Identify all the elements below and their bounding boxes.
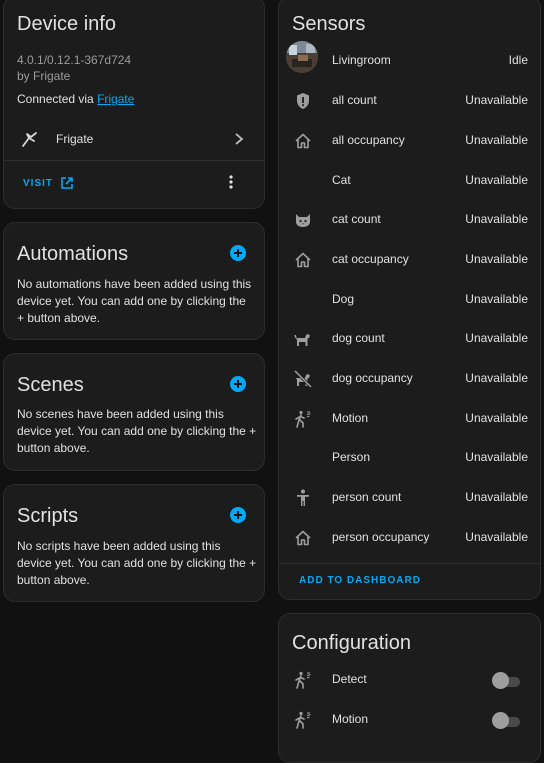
connected-via-link[interactable]: Frigate — [97, 92, 134, 106]
integration-row[interactable]: Frigate — [4, 121, 264, 159]
motion-sensor-icon — [293, 710, 313, 730]
sensor-state: Unavailable — [465, 450, 528, 464]
scripts-empty-text: No scripts have been added using this de… — [17, 539, 257, 587]
sensor-name: dog occupancy — [332, 371, 413, 385]
sensor-row-all-occupancy[interactable]: all occupancy Unavailable — [279, 121, 540, 161]
config-row-detect[interactable]: Detect — [279, 660, 540, 700]
configuration-title: Configuration — [292, 632, 411, 654]
device-info-title: Device info — [17, 13, 116, 35]
sensor-name: all count — [332, 93, 377, 107]
toggle-thumb — [492, 672, 509, 689]
add-script-button[interactable] — [230, 507, 246, 523]
toggle-thumb — [492, 712, 509, 729]
sensor-state: Unavailable — [465, 371, 528, 385]
sensor-state: Idle — [508, 53, 528, 67]
sensors-card: Sensors Livingroom Idle all count Unavai… — [278, 0, 541, 600]
firmware-version: 4.0.1/0.12.1-367d724 — [17, 53, 132, 67]
person-icon — [293, 488, 313, 508]
camera-thumbnail — [286, 41, 318, 73]
sensor-state: Unavailable — [465, 133, 528, 147]
visit-label: VISIT — [23, 178, 54, 189]
sensor-state: Unavailable — [465, 411, 528, 425]
scripts-title: Scripts — [17, 505, 79, 527]
sensor-state: Unavailable — [465, 292, 528, 306]
sensor-name: cat occupancy — [332, 252, 409, 266]
sensor-state: Unavailable — [465, 331, 528, 345]
sensor-row-person-count[interactable]: person count Unavailable — [279, 478, 540, 518]
more-options-icon[interactable] — [222, 173, 240, 191]
automations-card: Automations No automations have been add… — [3, 222, 265, 340]
sensor-state: Unavailable — [465, 530, 528, 544]
device-info-card: Device info 4.0.1/0.12.1-367d724 by Frig… — [3, 0, 265, 209]
scenes-card: Scenes No scenes have been added using t… — [3, 353, 265, 471]
sensor-name: person count — [332, 490, 402, 504]
sensor-row-cat-occupancy[interactable]: cat occupancy Unavailable — [279, 240, 540, 280]
sensor-state: Unavailable — [465, 173, 528, 187]
dog-off-icon — [293, 369, 313, 389]
sensor-name: Livingroom — [332, 53, 391, 67]
sensors-divider — [279, 563, 540, 564]
scenes-title: Scenes — [17, 374, 84, 396]
connected-via-label: Connected via — [17, 92, 98, 106]
sensor-name: dog count — [332, 331, 385, 345]
home-outline-icon — [293, 528, 313, 548]
cat-icon — [293, 210, 313, 230]
sensor-row-livingroom[interactable]: Livingroom Idle — [279, 41, 540, 81]
sensor-row-dog[interactable]: Dog Unavailable — [279, 280, 540, 320]
motion-sensor-icon — [293, 670, 313, 690]
sensor-row-all-count[interactable]: all count Unavailable — [279, 81, 540, 121]
motion-sensor-icon — [293, 409, 313, 429]
sensor-row-person[interactable]: Person Unavailable — [279, 438, 540, 478]
sensor-name: cat count — [332, 212, 381, 226]
sensor-row-dog-count[interactable]: dog count Unavailable — [279, 319, 540, 359]
sensor-row-motion[interactable]: Motion Unavailable — [279, 399, 540, 439]
sensor-state: Unavailable — [465, 93, 528, 107]
sensor-row-cat[interactable]: Cat Unavailable — [279, 161, 540, 201]
config-name: Motion — [332, 712, 369, 726]
device-info-divider — [4, 160, 264, 161]
scenes-empty-text: No scenes have been added using this dev… — [17, 407, 257, 455]
connected-via: Connected via Frigate — [17, 91, 134, 108]
scripts-card: Scripts No scripts have been added using… — [3, 484, 265, 602]
sensor-name: person occupancy — [332, 530, 430, 544]
add-automation-button[interactable] — [230, 245, 246, 261]
automations-title: Automations — [17, 243, 129, 265]
home-outline-icon — [293, 250, 313, 270]
integration-name: Frigate — [56, 132, 94, 146]
manufacturer: by Frigate — [17, 69, 71, 83]
add-scene-button[interactable] — [230, 376, 246, 392]
config-row-motion[interactable]: Motion — [279, 700, 540, 740]
sensor-row-dog-occupancy[interactable]: dog occupancy Unavailable — [279, 359, 540, 399]
dog-icon — [293, 329, 313, 349]
sensor-name: Person — [332, 450, 371, 464]
configuration-card: Configuration Detect Motion — [278, 613, 541, 763]
sensor-row-person-occupancy[interactable]: person occupancy Unavailable — [279, 518, 540, 558]
automations-empty-text: No automations have been added using thi… — [17, 277, 252, 325]
chevron-right-icon — [232, 131, 246, 147]
sensor-row-cat-count[interactable]: cat count Unavailable — [279, 200, 540, 240]
sensor-name: Cat — [332, 173, 351, 187]
shield-alert-icon — [293, 91, 313, 111]
sensors-title: Sensors — [292, 13, 366, 35]
sensor-name: Motion — [332, 411, 369, 425]
sensor-name: Dog — [332, 292, 355, 306]
motion-toggle[interactable] — [492, 712, 522, 729]
add-to-dashboard-button[interactable]: ADD TO DASHBOARD — [299, 575, 421, 586]
sensor-state: Unavailable — [465, 252, 528, 266]
sensor-state: Unavailable — [465, 212, 528, 226]
config-name: Detect — [332, 672, 367, 686]
frigate-logo-icon — [20, 129, 40, 149]
sensor-state: Unavailable — [465, 490, 528, 504]
open-in-new-icon — [60, 176, 74, 190]
home-outline-icon — [293, 131, 313, 151]
detect-toggle[interactable] — [492, 672, 522, 689]
sensor-name: all occupancy — [332, 133, 405, 147]
visit-button[interactable]: VISIT — [20, 175, 80, 193]
